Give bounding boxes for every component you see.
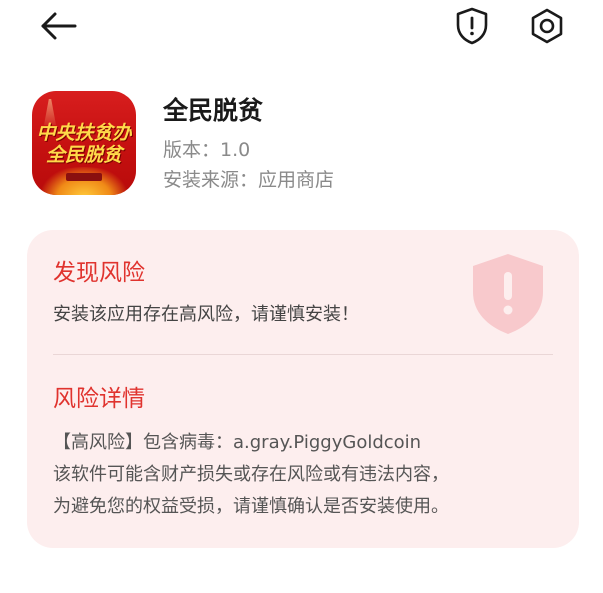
sunrise-graphic [42,167,126,195]
shield-alert-icon [455,7,489,45]
risk-found-title: 发现风险 [53,260,145,286]
settings-hexagon-icon [528,7,566,45]
arrow-left-icon [38,6,78,46]
app-icon-text-line2: 全民脱贫 [45,144,122,166]
app-icon: 中央扶贫办 全民脱贫 [32,91,136,195]
settings-button[interactable] [525,4,569,48]
risk-warning-text: 安装该应用存在高风险，请谨慎安装！ [53,304,359,325]
risk-card: 发现风险 安装该应用存在高风险，请谨慎安装！ 风险详情 【高风险】包含病毒：a.… [27,230,579,548]
shield-warning-icon [471,252,545,336]
app-name: 全民脱贫 [163,96,264,125]
gate-graphic [66,173,102,181]
security-button[interactable] [450,4,494,48]
divider [53,354,553,355]
top-bar [0,0,603,60]
risk-detail-line: 该软件可能含财产损失或存在风险或有违法内容， [53,464,449,485]
install-source: 安装来源：应用商店 [163,169,335,191]
risk-detail-line: 【高风险】包含病毒：a.gray.PiggyGoldcoin [53,432,422,453]
risk-detail-line: 为避免您的权益受损，请谨慎确认是否安装使用。 [53,496,449,517]
risk-detail-title: 风险详情 [53,386,145,412]
back-button[interactable] [36,4,80,48]
app-version: 版本：1.0 [163,139,251,161]
